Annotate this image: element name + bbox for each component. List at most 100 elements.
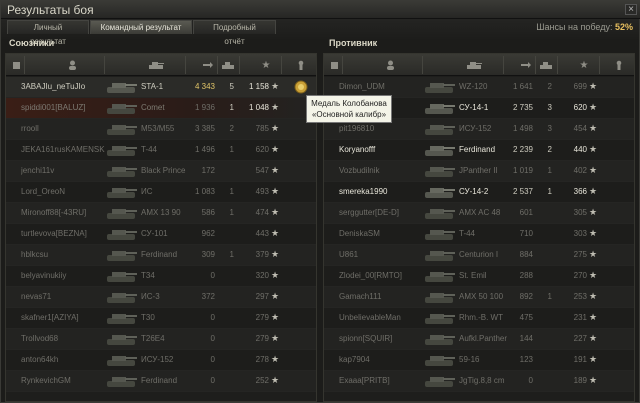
column-separator xyxy=(239,56,240,74)
medal-icon[interactable] xyxy=(294,58,308,72)
xp-star-icon: ★ xyxy=(271,165,280,175)
ally-row[interactable]: anton64kh ИСУ-152 0 278 ★ xyxy=(6,350,316,371)
kills-value: 1 xyxy=(229,145,234,154)
xp-value: 785 xyxy=(255,124,269,133)
xp-value: 303 xyxy=(573,229,587,238)
tab-team-result[interactable]: Командный результат xyxy=(90,20,192,34)
kills-icon[interactable] xyxy=(220,58,236,72)
enemy-row[interactable]: Koryanofff Ferdinand 2 239 2 440 ★ xyxy=(324,140,634,161)
tank-icon[interactable] xyxy=(146,58,166,72)
enemies-column-header: ★ xyxy=(324,54,634,76)
xp-star-icon: ★ xyxy=(589,81,598,91)
player-icon[interactable] xyxy=(64,58,80,72)
xp-value: 1 048 xyxy=(248,103,269,112)
tank-icon[interactable] xyxy=(464,58,484,72)
xp-star-icon: ★ xyxy=(589,270,598,280)
ally-row[interactable]: spiddi001[BALUZ] Comet 1 936 1 1 048 ★ xyxy=(6,98,316,119)
xp-star-icon: ★ xyxy=(589,165,598,175)
damage-value: 1 083 xyxy=(194,187,215,196)
enemy-row[interactable]: Vozbudilnik JPanther II 1 019 1 402 ★ xyxy=(324,161,634,182)
enemy-row[interactable]: DeniskaSM T-44 710 303 ★ xyxy=(324,224,634,245)
battle-results-window: Результаты боя × Личный результат Команд… xyxy=(0,0,640,403)
xp-value: 547 xyxy=(255,166,269,175)
enemy-row[interactable]: spionn[SQUIR] Aufkl.Panther 144 227 ★ xyxy=(324,329,634,350)
tank-image xyxy=(107,251,137,261)
tank-image xyxy=(107,146,137,156)
xp-value: 620 xyxy=(255,145,269,154)
damage-value: 2 239 xyxy=(512,145,533,154)
enemy-row[interactable]: U861 Centurion I 884 275 ★ xyxy=(324,245,634,266)
xp-star-icon: ★ xyxy=(589,291,598,301)
tank-image xyxy=(425,356,455,366)
xp-star-icon[interactable]: ★ xyxy=(577,58,591,72)
tank-image xyxy=(107,188,137,198)
enemy-row[interactable]: kap7904 59-16 123 191 ★ xyxy=(324,350,634,371)
ally-row[interactable]: rrooll M53/M55 3 385 2 785 ★ xyxy=(6,119,316,140)
ally-row[interactable]: Trollvod68 T26E4 0 279 ★ xyxy=(6,329,316,350)
tank-image xyxy=(425,167,455,177)
xp-star-icon: ★ xyxy=(589,144,598,154)
squad-icon[interactable] xyxy=(328,58,340,72)
tab-detailed-report[interactable]: Подробный отчёт xyxy=(193,20,276,46)
xp-value: 279 xyxy=(255,334,269,343)
tank-image xyxy=(107,230,137,240)
ally-row[interactable]: Lord_OreoN ИС 1 083 1 493 ★ xyxy=(6,182,316,203)
enemy-row[interactable]: smereka1990 СУ-14-2 2 537 1 366 ★ xyxy=(324,182,634,203)
damage-icon[interactable] xyxy=(519,58,533,72)
ally-row[interactable]: skafner1[AZIYA] T30 0 279 ★ xyxy=(6,308,316,329)
ally-row[interactable]: Mironoff88[-43RU] AMX 13 90 586 1 474 ★ xyxy=(6,203,316,224)
enemy-row[interactable]: Exaaa[PRITB] JgTig.8,8 cm 0 189 ★ xyxy=(324,371,634,392)
ally-row[interactable]: turtlevova[BEZNA] СУ-101 962 443 ★ xyxy=(6,224,316,245)
xp-value: 305 xyxy=(573,208,587,217)
tab-bar: Личный результат Командный результат Под… xyxy=(7,20,277,46)
xp-value: 474 xyxy=(255,208,269,217)
ally-row[interactable]: JEKA161rusKAMENSK T-44 1 496 1 620 ★ xyxy=(6,140,316,161)
ally-row[interactable]: nevas71 ИС-3 372 297 ★ xyxy=(6,287,316,308)
close-button[interactable]: × xyxy=(625,4,637,15)
xp-star-icon: ★ xyxy=(589,186,598,196)
xp-star-icon: ★ xyxy=(271,270,280,280)
tab-personal-result[interactable]: Личный результат xyxy=(7,20,89,46)
squad-icon[interactable] xyxy=(10,58,22,72)
damage-value: 0 xyxy=(528,376,533,385)
xp-star-icon: ★ xyxy=(271,144,280,154)
column-separator xyxy=(104,56,105,74)
damage-value: 123 xyxy=(519,355,533,364)
kills-icon[interactable] xyxy=(538,58,554,72)
ally-row[interactable]: 3ABAJIu_neTuJIo STA-1 4 343 5 1 158 ★ xyxy=(6,77,316,98)
xp-value: 231 xyxy=(573,313,587,322)
medal-icon[interactable] xyxy=(612,58,626,72)
kolobanov-medal-icon[interactable] xyxy=(293,79,309,95)
xp-star-icon: ★ xyxy=(589,102,598,112)
xp-star-icon: ★ xyxy=(271,102,280,112)
xp-star-icon: ★ xyxy=(589,123,598,133)
xp-star-icon[interactable]: ★ xyxy=(259,58,273,72)
damage-value: 892 xyxy=(519,292,533,301)
damage-value: 1 019 xyxy=(512,166,533,175)
xp-star-icon: ★ xyxy=(589,333,598,343)
damage-value: 0 xyxy=(210,271,215,280)
ally-row[interactable]: RynkevichGM Ferdinand 0 252 ★ xyxy=(6,371,316,392)
tank-image xyxy=(425,251,455,261)
damage-value: 4 343 xyxy=(194,82,215,91)
column-separator xyxy=(503,56,504,74)
damage-value: 372 xyxy=(201,292,215,301)
xp-value: 189 xyxy=(573,376,587,385)
xp-star-icon: ★ xyxy=(589,312,598,322)
ally-row[interactable]: belyavinukiiy T34 0 320 ★ xyxy=(6,266,316,287)
enemy-row[interactable]: UnbelievableMan Rhm.-B. WT 475 231 ★ xyxy=(324,308,634,329)
enemy-row[interactable]: Zlodei_00[RMTO] St. Emil 288 270 ★ xyxy=(324,266,634,287)
ally-row[interactable]: hblkcsu Ferdinand 309 1 379 ★ xyxy=(6,245,316,266)
xp-star-icon: ★ xyxy=(271,228,280,238)
damage-value: 309 xyxy=(201,250,215,259)
damage-icon[interactable] xyxy=(201,58,215,72)
enemy-row[interactable]: Gamach111 AMX 50 100 892 1 253 ★ xyxy=(324,287,634,308)
damage-value: 2 735 xyxy=(512,103,533,112)
xp-star-icon: ★ xyxy=(271,375,280,385)
xp-star-icon: ★ xyxy=(589,228,598,238)
tank-image xyxy=(425,188,455,198)
enemy-row[interactable]: serggutter[DE-D] AMX AC 48 601 305 ★ xyxy=(324,203,634,224)
damage-value: 172 xyxy=(201,166,215,175)
player-icon[interactable] xyxy=(382,58,398,72)
ally-row[interactable]: jenchi11v Black Prince 172 547 ★ xyxy=(6,161,316,182)
